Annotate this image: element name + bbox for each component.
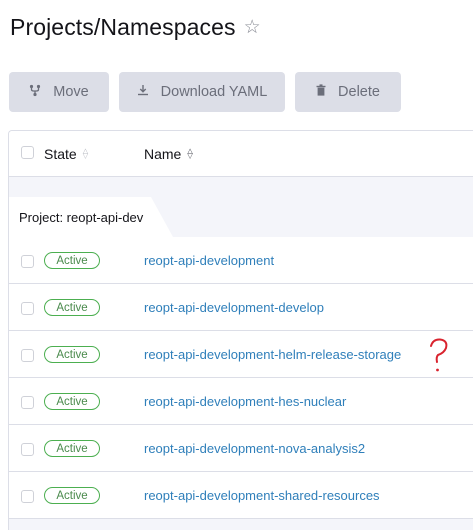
sort-icon: △ ▽ bbox=[187, 148, 193, 160]
column-header-label: State bbox=[44, 146, 77, 162]
page-title: Projects/Namespaces bbox=[10, 14, 236, 40]
table-row: Active reopt-api-development bbox=[9, 237, 473, 284]
select-all-checkbox[interactable] bbox=[21, 146, 34, 159]
namespace-link[interactable]: reopt-api-development-hes-nuclear bbox=[144, 394, 346, 409]
table-header: State △ ▽ Name △ ▽ bbox=[9, 131, 473, 177]
row-checkbox[interactable] bbox=[21, 443, 34, 456]
question-mark-annotation bbox=[425, 336, 455, 381]
row-checkbox[interactable] bbox=[21, 396, 34, 409]
move-icon bbox=[29, 84, 41, 101]
namespace-link[interactable]: reopt-api-development-shared-resources bbox=[144, 488, 380, 503]
namespace-link[interactable]: reopt-api-development-helm-release-stora… bbox=[144, 347, 401, 362]
group-row: Project: reopt-api-dev bbox=[9, 177, 473, 237]
table-row: Active reopt-api-development-shared-reso… bbox=[9, 472, 473, 519]
group-label: Project: reopt-api-dev bbox=[9, 197, 152, 237]
table-row: Active reopt-api-development-nova-analys… bbox=[9, 425, 473, 472]
trash-icon bbox=[316, 84, 326, 100]
table-row: Active reopt-api-development-helm-releas… bbox=[9, 331, 473, 378]
bulk-actions-toolbar: Move Download YAML Delete bbox=[9, 72, 401, 112]
sort-icon: △ ▽ bbox=[82, 148, 89, 160]
status-badge: Active bbox=[44, 252, 100, 269]
column-header-name[interactable]: Name △ ▽ bbox=[144, 146, 193, 162]
column-header-state[interactable]: State △ ▽ bbox=[44, 146, 88, 162]
move-button-label: Move bbox=[53, 84, 89, 100]
row-checkbox[interactable] bbox=[21, 255, 34, 268]
table-row: Active reopt-api-development-develop bbox=[9, 284, 473, 331]
delete-button-label: Delete bbox=[338, 84, 380, 100]
namespace-link[interactable]: reopt-api-development-nova-analysis2 bbox=[144, 441, 365, 456]
status-badge: Active bbox=[44, 346, 100, 363]
namespaces-table: State △ ▽ Name △ ▽ Project: reopt-api-dev … bbox=[8, 130, 473, 530]
namespace-link[interactable]: reopt-api-development-develop bbox=[144, 300, 324, 315]
row-checkbox[interactable] bbox=[21, 349, 34, 362]
status-badge: Active bbox=[44, 487, 100, 504]
namespace-link[interactable]: reopt-api-development bbox=[144, 253, 274, 268]
status-badge: Active bbox=[44, 393, 100, 410]
table-row: Active reopt-api-development-hes-nuclear bbox=[9, 378, 473, 425]
page-header: Projects/Namespaces ☆ bbox=[10, 14, 261, 41]
group-tab: Project: reopt-api-dev bbox=[9, 197, 174, 237]
delete-button[interactable]: Delete bbox=[295, 72, 401, 112]
star-icon[interactable]: ☆ bbox=[244, 18, 261, 37]
download-yaml-button[interactable]: Download YAML bbox=[119, 72, 285, 112]
row-checkbox[interactable] bbox=[21, 490, 34, 503]
table-footer-band bbox=[9, 519, 473, 530]
status-badge: Active bbox=[44, 299, 100, 316]
status-badge: Active bbox=[44, 440, 100, 457]
row-checkbox[interactable] bbox=[21, 302, 34, 315]
download-yaml-button-label: Download YAML bbox=[160, 84, 268, 100]
download-icon bbox=[137, 84, 149, 100]
move-button[interactable]: Move bbox=[9, 72, 109, 112]
column-header-label: Name bbox=[144, 146, 182, 162]
